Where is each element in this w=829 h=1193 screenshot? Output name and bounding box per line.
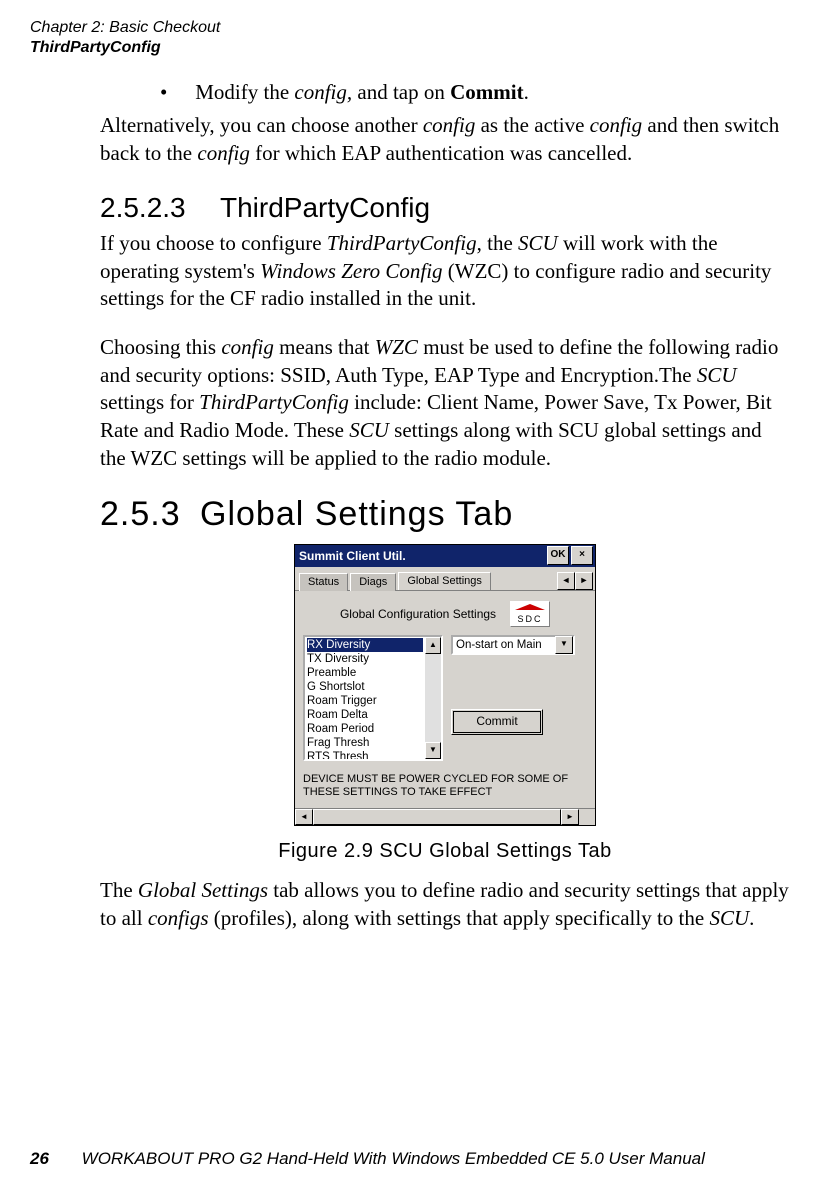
tab-left-arrow-icon[interactable]: ◄: [557, 572, 575, 590]
titlebar: Summit Client Util. OK ×: [295, 545, 595, 567]
list-item[interactable]: Roam Period: [307, 722, 423, 736]
list-item[interactable]: Roam Delta: [307, 708, 423, 722]
panel: Global Configuration Settings SDC RX Div…: [295, 591, 595, 809]
close-button[interactable]: ×: [571, 546, 593, 565]
window-title: Summit Client Util.: [299, 549, 545, 563]
header-section: ThirdPartyConfig: [30, 38, 220, 58]
heading-2-5-2-3: 2.5.2.3ThirdPartyConfig: [100, 192, 790, 224]
page-number: 26: [30, 1149, 49, 1168]
scroll-up-icon[interactable]: ▲: [425, 637, 441, 654]
bullet-text-2: and tap on: [352, 80, 450, 104]
book-title: WORKABOUT PRO G2 Hand-Held With Windows …: [82, 1149, 705, 1168]
power-cycle-note: DEVICE MUST BE POWER CYCLED FOR SOME OF …: [303, 773, 587, 801]
chevron-down-icon[interactable]: ▼: [555, 636, 573, 654]
heading-number: 2.5.2.3: [100, 192, 220, 224]
panel-title-row: Global Configuration Settings SDC: [303, 601, 587, 627]
list-item[interactable]: Frag Thresh: [307, 736, 423, 750]
bullet-italic: config,: [294, 80, 352, 104]
bullet-bold: Commit: [450, 80, 523, 104]
paragraph-3: Choosing this config means that WZC must…: [100, 334, 790, 473]
sdc-text: SDC: [518, 614, 543, 624]
value-combobox[interactable]: On-start on Main ▼: [451, 635, 575, 655]
heading-title: ThirdPartyConfig: [220, 192, 430, 223]
tab-right-arrow-icon[interactable]: ►: [575, 572, 593, 590]
heading-2-5-3: 2.5.3Global Settings Tab: [100, 495, 790, 534]
hscroll-right-icon[interactable]: ►: [561, 809, 579, 825]
figure-caption: Figure 2.9 SCU Global Settings Tab: [100, 840, 790, 863]
hscroll-left-icon[interactable]: ◄: [295, 809, 313, 825]
tab-global-settings[interactable]: Global Settings: [398, 572, 491, 590]
bullet-item: • Modify the config, and tap on Commit.: [160, 78, 790, 106]
right-column: On-start on Main ▼ Commit: [451, 635, 575, 735]
list-item[interactable]: RX Diversity: [307, 638, 423, 652]
panel-title: Global Configuration Settings: [340, 607, 496, 621]
bullet-text-3: .: [524, 80, 529, 104]
hscroll-thumb[interactable]: [313, 809, 561, 825]
paragraph-4: The Global Settings tab allows you to de…: [100, 877, 790, 932]
paragraph-2: If you choose to configure ThirdPartyCon…: [100, 230, 790, 313]
paragraph-1: Alternatively, you can choose another co…: [100, 112, 790, 167]
page: Chapter 2: Basic Checkout ThirdPartyConf…: [0, 0, 829, 1193]
combo-value: On-start on Main: [453, 639, 555, 651]
tab-scroll: ◄ ►: [557, 572, 593, 590]
bullet-text-1: Modify the: [195, 80, 294, 104]
commit-button[interactable]: Commit: [451, 709, 543, 735]
list-item[interactable]: TX Diversity: [307, 652, 423, 666]
scroll-down-icon[interactable]: ▼: [425, 742, 441, 759]
ok-button[interactable]: OK: [547, 546, 569, 565]
listbox-scrollbar[interactable]: ▲ ▼: [425, 637, 441, 759]
tab-status[interactable]: Status: [299, 573, 348, 591]
heading-title: Global Settings Tab: [200, 495, 513, 533]
list-item[interactable]: Roam Trigger: [307, 694, 423, 708]
settings-row: RX Diversity TX Diversity Preamble G Sho…: [303, 635, 587, 761]
settings-listbox[interactable]: RX Diversity TX Diversity Preamble G Sho…: [303, 635, 443, 761]
sdc-logo-icon: SDC: [510, 601, 550, 627]
tab-bar: Status Diags Global Settings ◄ ►: [295, 567, 595, 591]
scrollbar-corner: [579, 809, 595, 825]
content: • Modify the config, and tap on Commit. …: [100, 78, 790, 953]
figure: Summit Client Util. OK × Status Diags Gl…: [100, 544, 790, 864]
heading-number: 2.5.3: [100, 495, 200, 534]
header-chapter: Chapter 2: Basic Checkout: [30, 18, 220, 38]
list-item[interactable]: G Shortslot: [307, 680, 423, 694]
bullet-marker: •: [160, 78, 190, 106]
list-item[interactable]: Preamble: [307, 666, 423, 680]
scroll-track[interactable]: [425, 654, 441, 742]
listbox-items: RX Diversity TX Diversity Preamble G Sho…: [305, 637, 425, 759]
running-header: Chapter 2: Basic Checkout ThirdPartyConf…: [30, 18, 220, 58]
footer: 26 WORKABOUT PRO G2 Hand-Held With Windo…: [30, 1149, 705, 1169]
horizontal-scrollbar[interactable]: ◄ ►: [295, 808, 595, 825]
list-item[interactable]: RTS Thresh: [307, 750, 423, 759]
screenshot-window: Summit Client Util. OK × Status Diags Gl…: [294, 544, 596, 827]
tab-diags[interactable]: Diags: [350, 573, 396, 591]
